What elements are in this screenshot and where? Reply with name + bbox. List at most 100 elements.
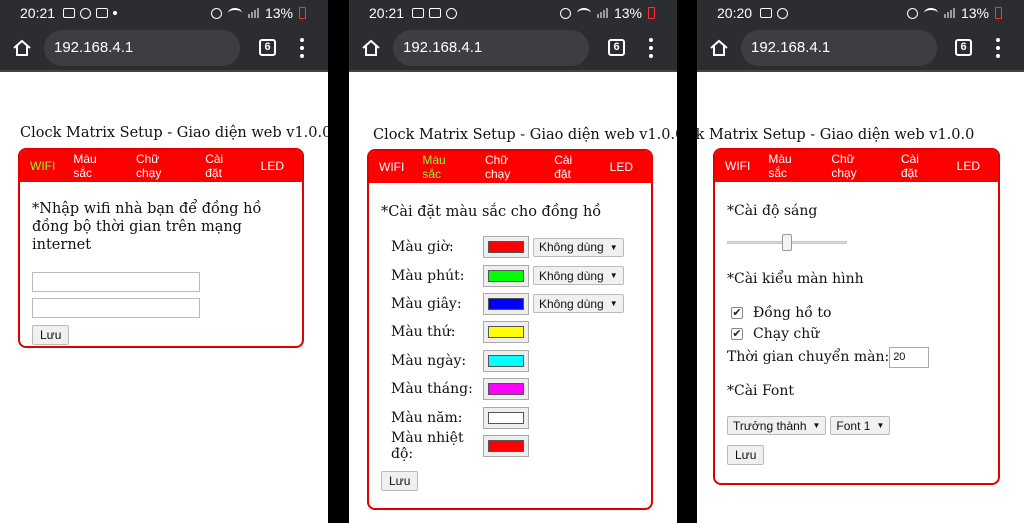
save-button[interactable]: Lưu [381, 471, 419, 492]
page-title: Clock Matrix Setup - Giao diện web v1.0.… [373, 127, 677, 143]
color-picker[interactable] [483, 292, 529, 315]
more-notifications-icon [113, 11, 118, 15]
save-button[interactable]: Lưu [32, 325, 70, 345]
address-bar[interactable]: 192.168.4.1 [44, 30, 240, 66]
tab-settings[interactable]: Cài đặt [901, 152, 939, 180]
zalo-notification-icon [429, 8, 442, 18]
color-picker[interactable] [483, 236, 529, 259]
tab-colors[interactable]: Màu sắc [73, 152, 118, 180]
battery-percent: 13% [613, 5, 642, 21]
color-label: Màu năm: [391, 409, 463, 426]
tab-led[interactable]: LED [957, 159, 980, 173]
color-row: Màu nhiệt độ: [381, 429, 639, 462]
tab-settings[interactable]: Cài đặt [554, 153, 591, 181]
transition-label: Thời gian chuyển màn: [727, 349, 890, 365]
tab-wifi[interactable]: WIFI [30, 159, 55, 173]
status-time: 20:21 [369, 5, 405, 21]
signal-icon [943, 8, 955, 18]
color-list: Màu giờ: Không dùng ▼ Màu phút: Không dùng ▼ M… [381, 233, 639, 462]
tab-switcher-button[interactable]: 6 [259, 39, 276, 56]
color-picker[interactable] [483, 406, 529, 429]
transition-time-input[interactable]: 20 [889, 346, 930, 368]
home-icon[interactable] [361, 38, 381, 58]
tab-colors[interactable]: Màu sắc [422, 153, 467, 181]
battery-icon [995, 7, 1002, 19]
color-row: Màu giây: Không dùng ▼ [381, 290, 639, 318]
color-mode-select[interactable]: Không dùng ▼ [533, 266, 624, 286]
nav-bar: WIFI Màu sắc Chữ chạy Cài đặt LED [20, 150, 302, 182]
tab-scroll-text[interactable]: Chữ chạy [485, 153, 536, 181]
color-mode-select[interactable]: Không dùng ▼ [533, 294, 624, 314]
font-select[interactable]: Font 1 ▼ [830, 416, 891, 435]
home-icon[interactable] [709, 38, 729, 58]
browser-menu-icon[interactable] [649, 38, 653, 58]
color-picker[interactable] [483, 378, 529, 401]
slider-thumb[interactable] [782, 234, 792, 251]
browser-menu-icon[interactable] [996, 38, 1000, 58]
nav-bar: WIFI Màu sắc Chữ chạy Cài đặt LED [715, 150, 998, 182]
phone-screen-settings: 20:20 13% 192.168.4.1 6 Clock Matrix Set… [697, 0, 1024, 523]
status-bar: 20:21 13% [349, 0, 677, 26]
browser-toolbar: 192.168.4.1 6 [0, 26, 328, 72]
color-row: Màu năm: [381, 403, 639, 431]
alarm-icon [210, 7, 222, 19]
signal-icon [596, 8, 608, 18]
scroll-text-option[interactable]: ✔ Chạy chữ [727, 323, 986, 344]
page-title: Clock Matrix Setup - Giao diện web v1.0.… [697, 127, 975, 143]
color-label: Màu phút: [391, 267, 465, 284]
color-picker[interactable] [483, 434, 529, 457]
wifi-status-icon [576, 8, 591, 18]
home-icon[interactable] [12, 38, 32, 58]
color-picker[interactable] [483, 349, 529, 372]
tab-led[interactable]: LED [610, 160, 633, 174]
tab-settings[interactable]: Cài đặt [205, 152, 242, 180]
browser-menu-icon[interactable] [300, 38, 304, 58]
tab-led[interactable]: LED [261, 159, 284, 173]
messenger-notification-icon [80, 7, 92, 19]
settings-panel: WIFI Màu sắc Chữ chạy Cài đặt LED *Cài đ… [367, 149, 653, 510]
dropdown-arrow-icon: ▼ [609, 299, 618, 309]
ssid-input[interactable] [32, 272, 200, 292]
address-bar[interactable]: 192.168.4.1 [393, 30, 589, 66]
tab-wifi[interactable]: WIFI [379, 160, 404, 174]
color-label: Màu tháng: [391, 381, 473, 398]
settings-panel: WIFI Màu sắc Chữ chạy Cài đặt LED *Cài đ… [713, 148, 1000, 485]
tab-scroll-text[interactable]: Chữ chạy [831, 152, 883, 180]
address-bar[interactable]: 192.168.4.1 [741, 30, 937, 66]
tab-wifi[interactable]: WIFI [725, 159, 750, 173]
battery-icon [648, 7, 655, 19]
dropdown-arrow-icon: ▼ [609, 242, 618, 252]
color-mode-select[interactable]: Không dùng ▼ [533, 237, 624, 257]
save-button[interactable]: Lưu [727, 445, 765, 465]
big-clock-checkbox[interactable]: ✔ [731, 306, 743, 319]
color-row: Màu giờ: Không dùng ▼ [381, 233, 639, 261]
big-clock-option[interactable]: ✔ Đồng hồ to [727, 302, 986, 323]
status-time: 20:20 [717, 5, 753, 21]
password-input[interactable] [32, 298, 200, 318]
status-bar: 20:20 13% [697, 0, 1024, 26]
tab-switcher-button[interactable]: 6 [955, 39, 972, 56]
phone-screen-wifi: 20:21 13% 192.168.4.1 6 Clock Matrix Set… [0, 0, 328, 523]
color-label: Màu nhiệt độ: [391, 429, 464, 462]
display-heading: *Cài kiểu màn hình [727, 271, 864, 287]
battery-percent: 13% [960, 5, 989, 21]
font-heading: *Cài Font [727, 383, 795, 399]
gallery-notification-icon [412, 8, 425, 18]
alarm-icon [559, 7, 571, 19]
zalo-notification-icon [760, 8, 773, 18]
scroll-text-checkbox[interactable]: ✔ [731, 327, 743, 340]
tab-scroll-text[interactable]: Chữ chạy [136, 152, 187, 180]
alarm-icon [906, 7, 918, 19]
color-picker[interactable] [483, 264, 529, 287]
brightness-slider[interactable] [727, 232, 847, 252]
tab-colors[interactable]: Màu sắc [768, 152, 813, 180]
tab-switcher-button[interactable]: 6 [608, 39, 625, 56]
settings-notification-icon [446, 7, 458, 19]
color-picker[interactable] [483, 321, 529, 344]
status-time: 20:21 [20, 5, 56, 21]
color-row: Màu tháng: [381, 375, 639, 403]
wifi-status-icon [227, 8, 242, 18]
font-style-select[interactable]: Trưởng thành ▼ [727, 416, 827, 435]
battery-percent: 13% [264, 5, 293, 21]
gallery-notification-icon [63, 8, 76, 18]
